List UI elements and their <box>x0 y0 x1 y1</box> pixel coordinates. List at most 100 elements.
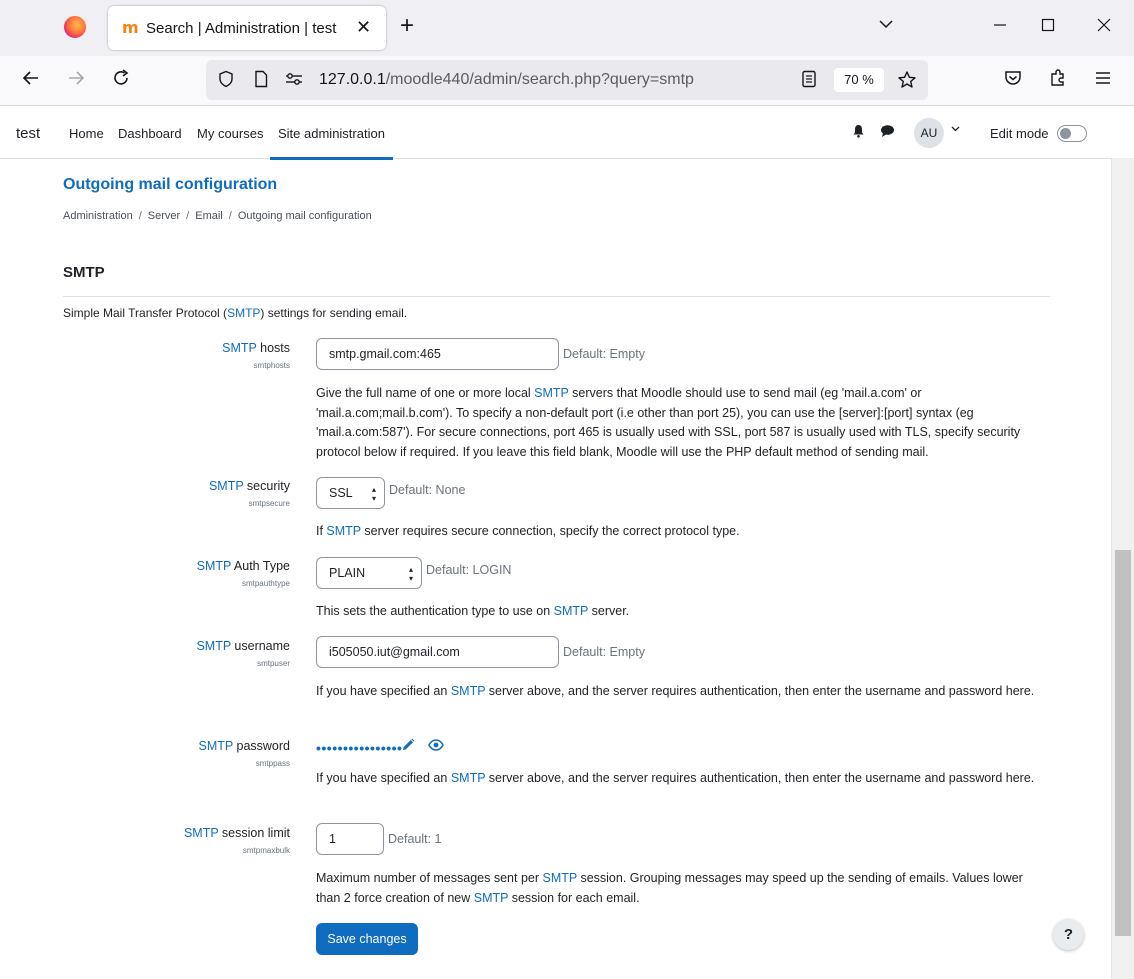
moodle-primary-navigation: test Home Dashboard My courses Site admi… <box>0 107 1111 160</box>
url-text[interactable]: 127.0.0.1/moodle440/admin/search.php?que… <box>319 71 694 89</box>
setting-description: Maximum number of messages sent per SMTP… <box>316 871 1023 905</box>
reveal-password-eye-icon[interactable] <box>428 739 444 752</box>
browser-tab-bar: m Search | Administration | test ✕ + <box>0 0 1134 56</box>
page-scrollbar[interactable] <box>1111 158 1134 979</box>
setting-label-smtp-session-limit: SMTP session limit <box>183 826 290 840</box>
setting-label-smtp-security: SMTP security <box>208 479 290 493</box>
nav-site-administration[interactable]: Site administration <box>270 126 393 160</box>
setting-key: smtpauthtype <box>241 579 290 588</box>
toggle-knob <box>1060 128 1071 139</box>
glossary-link[interactable]: SMTP <box>474 891 509 905</box>
permissions-icon[interactable] <box>284 70 304 90</box>
setting-key: smtphosts <box>253 361 290 370</box>
glossary-link[interactable]: SMTP <box>197 559 232 573</box>
user-avatar[interactable]: AU <box>914 118 944 148</box>
nav-home[interactable]: Home <box>69 126 104 141</box>
url-path: /moodle440/admin/search.php?query=smtp <box>385 71 694 88</box>
tab-title: Search | Administration | test <box>146 20 337 37</box>
default-note: Default: LOGIN <box>426 563 512 577</box>
browser-toolbar: 127.0.0.1/moodle440/admin/search.php?que… <box>0 56 1134 106</box>
glossary-link[interactable]: SMTP <box>222 341 257 355</box>
section-intro: Simple Mail Transfer Protocol (SMTP) set… <box>63 306 408 320</box>
smtp-auth-type-select[interactable]: PLAIN ▴ ▾ <box>316 557 422 589</box>
page-icon[interactable] <box>251 70 271 90</box>
smtp-session-limit-input[interactable]: 1 <box>316 823 384 855</box>
setting-description: Give the full name of one or more local … <box>316 386 1021 460</box>
reader-view-icon[interactable] <box>799 70 819 90</box>
edit-pencil-icon[interactable] <box>401 738 416 753</box>
select-arrows-icon: ▴ ▾ <box>371 485 376 503</box>
page-viewport: test Home Dashboard My courses Site admi… <box>0 107 1134 979</box>
back-icon[interactable] <box>18 68 44 94</box>
select-value: SSL <box>329 486 353 500</box>
nav-dashboard[interactable]: Dashboard <box>118 126 182 141</box>
firefox-logo-icon[interactable] <box>64 16 86 38</box>
smtp-hosts-input[interactable]: smtp.gmail.com:465 <box>316 338 559 370</box>
tab-close-icon[interactable]: ✕ <box>356 18 371 36</box>
extensions-icon[interactable] <box>1045 68 1071 94</box>
breadcrumb-item[interactable]: Email <box>195 210 223 222</box>
edit-mode-label: Edit mode <box>990 126 1049 141</box>
user-menu-chevron-down-icon[interactable] <box>951 124 960 135</box>
glossary-link[interactable]: SMTP <box>554 604 589 618</box>
list-tabs-chevron-down-icon[interactable] <box>876 16 896 36</box>
glossary-link[interactable]: SMTP <box>534 386 569 400</box>
smtp-password-masked[interactable]: •••••••••••••••• <box>316 740 402 756</box>
glossary-link[interactable]: SMTP <box>209 479 244 493</box>
breadcrumb-item[interactable]: Server <box>148 210 180 222</box>
minimize-icon[interactable] <box>990 16 1010 36</box>
setting-description: This sets the authentication type to use… <box>316 604 630 618</box>
default-note: Default: Empty <box>563 347 645 361</box>
new-tab-plus-icon[interactable]: + <box>400 14 414 38</box>
glossary-link[interactable]: SMTP <box>196 639 231 653</box>
breadcrumb-item-current[interactable]: Outgoing mail configuration <box>238 210 372 222</box>
setting-key: smtpmaxbulk <box>242 846 290 855</box>
maximize-icon[interactable] <box>1038 16 1058 36</box>
breadcrumb: Administration / Server / Email / Outgoing mai… <box>63 210 372 222</box>
zoom-level[interactable]: 70 % <box>834 68 884 92</box>
glossary-link[interactable]: SMTP <box>326 524 361 538</box>
glossary-link[interactable]: SMTP <box>542 871 577 885</box>
reload-icon[interactable] <box>108 68 134 94</box>
select-arrows-icon: ▴ ▾ <box>408 565 413 583</box>
address-bar[interactable]: 127.0.0.1/moodle440/admin/search.php?que… <box>206 60 928 100</box>
breadcrumb-item[interactable]: Administration <box>63 210 133 222</box>
help-button[interactable]: ? <box>1053 919 1084 950</box>
messages-chat-icon[interactable] <box>880 124 894 140</box>
shield-icon[interactable] <box>216 70 236 90</box>
select-value: PLAIN <box>329 566 366 580</box>
smtp-security-select[interactable]: SSL ▴ ▾ <box>316 477 385 509</box>
setting-description: If SMTP server requires secure connectio… <box>316 524 740 538</box>
notifications-bell-icon[interactable] <box>851 124 865 140</box>
setting-label-smtp-auth-type: SMTP Auth Type <box>196 559 290 573</box>
browser-tab-active[interactable]: m Search | Administration | test ✕ <box>108 6 386 50</box>
pocket-icon[interactable] <box>1000 68 1026 94</box>
setting-label-smtp-password: SMTP password <box>198 739 290 753</box>
menu-icon[interactable] <box>1090 68 1116 94</box>
glossary-link[interactable]: SMTP <box>227 306 260 320</box>
save-changes-button[interactable]: Save changes <box>316 923 418 955</box>
moodle-favicon-icon: m <box>122 18 139 37</box>
nav-my-courses[interactable]: My courses <box>197 126 263 141</box>
window-close-icon[interactable] <box>1094 16 1114 36</box>
edit-mode-toggle[interactable] <box>1057 125 1087 142</box>
glossary-link[interactable]: SMTP <box>184 826 219 840</box>
glossary-link[interactable]: SMTP <box>199 739 234 753</box>
default-note: Default: 1 <box>388 832 442 846</box>
setting-key: smtpsecure <box>248 499 290 508</box>
page-title[interactable]: Outgoing mail configuration <box>63 176 277 194</box>
setting-label-smtp-hosts: SMTP hosts <box>222 341 290 355</box>
default-note: Default: Empty <box>563 645 645 659</box>
forward-icon[interactable] <box>63 68 89 94</box>
glossary-link[interactable]: SMTP <box>451 684 486 698</box>
section-divider <box>63 296 1050 297</box>
site-name[interactable]: test <box>16 125 40 142</box>
star-icon[interactable] <box>897 70 917 90</box>
setting-key: smtppass <box>255 759 290 768</box>
smtp-username-input[interactable]: i505050.iut@gmail.com <box>316 636 559 668</box>
setting-description: If you have specified an SMTP server abo… <box>316 771 1035 785</box>
default-note: Default: None <box>389 483 466 497</box>
scrollbar-thumb[interactable] <box>1115 550 1131 936</box>
glossary-link[interactable]: SMTP <box>451 771 486 785</box>
setting-description: If you have specified an SMTP server abo… <box>316 684 1035 698</box>
